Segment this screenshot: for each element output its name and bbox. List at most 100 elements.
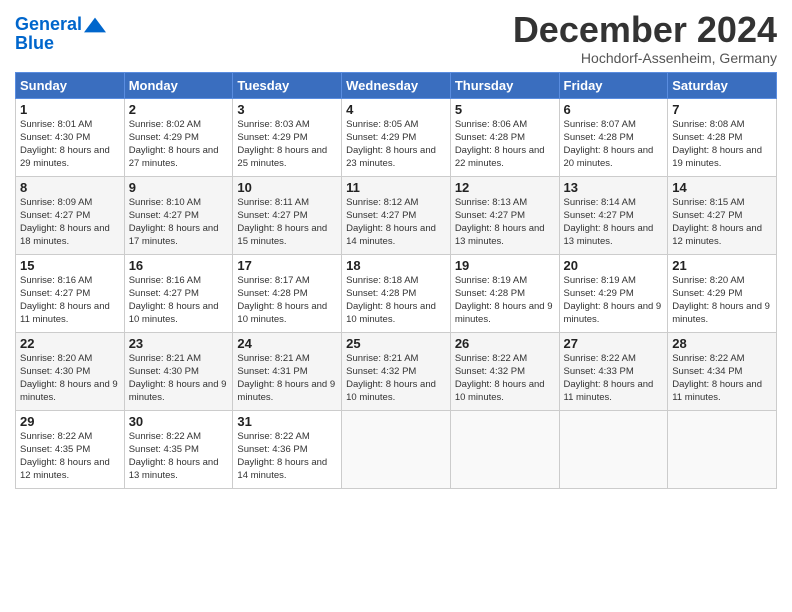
day-number: 8	[20, 180, 120, 195]
day-info: Sunrise: 8:01 AMSunset: 4:30 PMDaylight:…	[20, 118, 120, 171]
calendar-cell: 7 Sunrise: 8:08 AMSunset: 4:28 PMDayligh…	[668, 98, 777, 176]
calendar-cell: 5 Sunrise: 8:06 AMSunset: 4:28 PMDayligh…	[450, 98, 559, 176]
calendar-cell: 11 Sunrise: 8:12 AMSunset: 4:27 PMDaylig…	[342, 176, 451, 254]
col-header-monday: Monday	[124, 72, 233, 98]
day-info: Sunrise: 8:19 AMSunset: 4:28 PMDaylight:…	[455, 274, 555, 327]
location-subtitle: Hochdorf-Assenheim, Germany	[513, 50, 777, 66]
day-number: 24	[237, 336, 337, 351]
day-number: 30	[129, 414, 229, 429]
day-info: Sunrise: 8:22 AMSunset: 4:35 PMDaylight:…	[20, 430, 120, 483]
col-header-saturday: Saturday	[668, 72, 777, 98]
day-info: Sunrise: 8:21 AMSunset: 4:32 PMDaylight:…	[346, 352, 446, 405]
day-info: Sunrise: 8:07 AMSunset: 4:28 PMDaylight:…	[564, 118, 664, 171]
title-block: December 2024 Hochdorf-Assenheim, German…	[513, 10, 777, 66]
week-row-2: 8 Sunrise: 8:09 AMSunset: 4:27 PMDayligh…	[16, 176, 777, 254]
day-info: Sunrise: 8:02 AMSunset: 4:29 PMDaylight:…	[129, 118, 229, 171]
day-number: 22	[20, 336, 120, 351]
calendar-cell: 22 Sunrise: 8:20 AMSunset: 4:30 PMDaylig…	[16, 332, 125, 410]
day-number: 19	[455, 258, 555, 273]
day-number: 1	[20, 102, 120, 117]
day-info: Sunrise: 8:12 AMSunset: 4:27 PMDaylight:…	[346, 196, 446, 249]
calendar-cell: 18 Sunrise: 8:18 AMSunset: 4:28 PMDaylig…	[342, 254, 451, 332]
day-info: Sunrise: 8:20 AMSunset: 4:30 PMDaylight:…	[20, 352, 120, 405]
day-number: 14	[672, 180, 772, 195]
calendar-cell: 4 Sunrise: 8:05 AMSunset: 4:29 PMDayligh…	[342, 98, 451, 176]
calendar-cell	[342, 410, 451, 488]
day-info: Sunrise: 8:22 AMSunset: 4:36 PMDaylight:…	[237, 430, 337, 483]
calendar-cell: 19 Sunrise: 8:19 AMSunset: 4:28 PMDaylig…	[450, 254, 559, 332]
day-info: Sunrise: 8:08 AMSunset: 4:28 PMDaylight:…	[672, 118, 772, 171]
day-number: 17	[237, 258, 337, 273]
calendar-cell: 17 Sunrise: 8:17 AMSunset: 4:28 PMDaylig…	[233, 254, 342, 332]
calendar-cell: 21 Sunrise: 8:20 AMSunset: 4:29 PMDaylig…	[668, 254, 777, 332]
col-header-wednesday: Wednesday	[342, 72, 451, 98]
day-number: 4	[346, 102, 446, 117]
calendar-table: SundayMondayTuesdayWednesdayThursdayFrid…	[15, 72, 777, 489]
day-info: Sunrise: 8:14 AMSunset: 4:27 PMDaylight:…	[564, 196, 664, 249]
day-info: Sunrise: 8:21 AMSunset: 4:31 PMDaylight:…	[237, 352, 337, 405]
calendar-cell: 6 Sunrise: 8:07 AMSunset: 4:28 PMDayligh…	[559, 98, 668, 176]
day-info: Sunrise: 8:15 AMSunset: 4:27 PMDaylight:…	[672, 196, 772, 249]
day-info: Sunrise: 8:16 AMSunset: 4:27 PMDaylight:…	[20, 274, 120, 327]
col-header-tuesday: Tuesday	[233, 72, 342, 98]
day-info: Sunrise: 8:11 AMSunset: 4:27 PMDaylight:…	[237, 196, 337, 249]
day-info: Sunrise: 8:06 AMSunset: 4:28 PMDaylight:…	[455, 118, 555, 171]
day-info: Sunrise: 8:03 AMSunset: 4:29 PMDaylight:…	[237, 118, 337, 171]
calendar-cell: 12 Sunrise: 8:13 AMSunset: 4:27 PMDaylig…	[450, 176, 559, 254]
calendar-cell: 27 Sunrise: 8:22 AMSunset: 4:33 PMDaylig…	[559, 332, 668, 410]
col-header-thursday: Thursday	[450, 72, 559, 98]
day-number: 9	[129, 180, 229, 195]
day-number: 23	[129, 336, 229, 351]
day-info: Sunrise: 8:17 AMSunset: 4:28 PMDaylight:…	[237, 274, 337, 327]
calendar-cell: 28 Sunrise: 8:22 AMSunset: 4:34 PMDaylig…	[668, 332, 777, 410]
day-number: 25	[346, 336, 446, 351]
calendar-cell: 30 Sunrise: 8:22 AMSunset: 4:35 PMDaylig…	[124, 410, 233, 488]
calendar-cell: 14 Sunrise: 8:15 AMSunset: 4:27 PMDaylig…	[668, 176, 777, 254]
day-number: 15	[20, 258, 120, 273]
day-info: Sunrise: 8:21 AMSunset: 4:30 PMDaylight:…	[129, 352, 229, 405]
day-info: Sunrise: 8:22 AMSunset: 4:35 PMDaylight:…	[129, 430, 229, 483]
calendar-cell: 1 Sunrise: 8:01 AMSunset: 4:30 PMDayligh…	[16, 98, 125, 176]
header: General Blue December 2024 Hochdorf-Asse…	[15, 10, 777, 66]
calendar-cell	[559, 410, 668, 488]
calendar-cell	[450, 410, 559, 488]
calendar-cell: 29 Sunrise: 8:22 AMSunset: 4:35 PMDaylig…	[16, 410, 125, 488]
calendar-cell: 10 Sunrise: 8:11 AMSunset: 4:27 PMDaylig…	[233, 176, 342, 254]
day-info: Sunrise: 8:19 AMSunset: 4:29 PMDaylight:…	[564, 274, 664, 327]
calendar-cell: 2 Sunrise: 8:02 AMSunset: 4:29 PMDayligh…	[124, 98, 233, 176]
day-number: 2	[129, 102, 229, 117]
day-number: 20	[564, 258, 664, 273]
week-row-1: 1 Sunrise: 8:01 AMSunset: 4:30 PMDayligh…	[16, 98, 777, 176]
calendar-cell: 25 Sunrise: 8:21 AMSunset: 4:32 PMDaylig…	[342, 332, 451, 410]
calendar-cell: 23 Sunrise: 8:21 AMSunset: 4:30 PMDaylig…	[124, 332, 233, 410]
day-number: 29	[20, 414, 120, 429]
day-info: Sunrise: 8:20 AMSunset: 4:29 PMDaylight:…	[672, 274, 772, 327]
day-number: 18	[346, 258, 446, 273]
month-title: December 2024	[513, 10, 777, 50]
logo: General Blue	[15, 14, 106, 54]
calendar-cell: 8 Sunrise: 8:09 AMSunset: 4:27 PMDayligh…	[16, 176, 125, 254]
col-header-friday: Friday	[559, 72, 668, 98]
week-row-3: 15 Sunrise: 8:16 AMSunset: 4:27 PMDaylig…	[16, 254, 777, 332]
calendar-cell: 16 Sunrise: 8:16 AMSunset: 4:27 PMDaylig…	[124, 254, 233, 332]
day-number: 11	[346, 180, 446, 195]
day-number: 10	[237, 180, 337, 195]
day-info: Sunrise: 8:10 AMSunset: 4:27 PMDaylight:…	[129, 196, 229, 249]
day-info: Sunrise: 8:22 AMSunset: 4:33 PMDaylight:…	[564, 352, 664, 405]
col-header-sunday: Sunday	[16, 72, 125, 98]
calendar-cell: 3 Sunrise: 8:03 AMSunset: 4:29 PMDayligh…	[233, 98, 342, 176]
calendar-cell: 26 Sunrise: 8:22 AMSunset: 4:32 PMDaylig…	[450, 332, 559, 410]
calendar-cell: 15 Sunrise: 8:16 AMSunset: 4:27 PMDaylig…	[16, 254, 125, 332]
day-number: 3	[237, 102, 337, 117]
week-row-4: 22 Sunrise: 8:20 AMSunset: 4:30 PMDaylig…	[16, 332, 777, 410]
day-number: 16	[129, 258, 229, 273]
day-number: 7	[672, 102, 772, 117]
calendar-cell	[668, 410, 777, 488]
week-row-5: 29 Sunrise: 8:22 AMSunset: 4:35 PMDaylig…	[16, 410, 777, 488]
calendar-cell: 13 Sunrise: 8:14 AMSunset: 4:27 PMDaylig…	[559, 176, 668, 254]
page-container: General Blue December 2024 Hochdorf-Asse…	[0, 0, 792, 499]
logo-text: General	[15, 15, 82, 35]
day-number: 26	[455, 336, 555, 351]
day-number: 28	[672, 336, 772, 351]
day-number: 27	[564, 336, 664, 351]
